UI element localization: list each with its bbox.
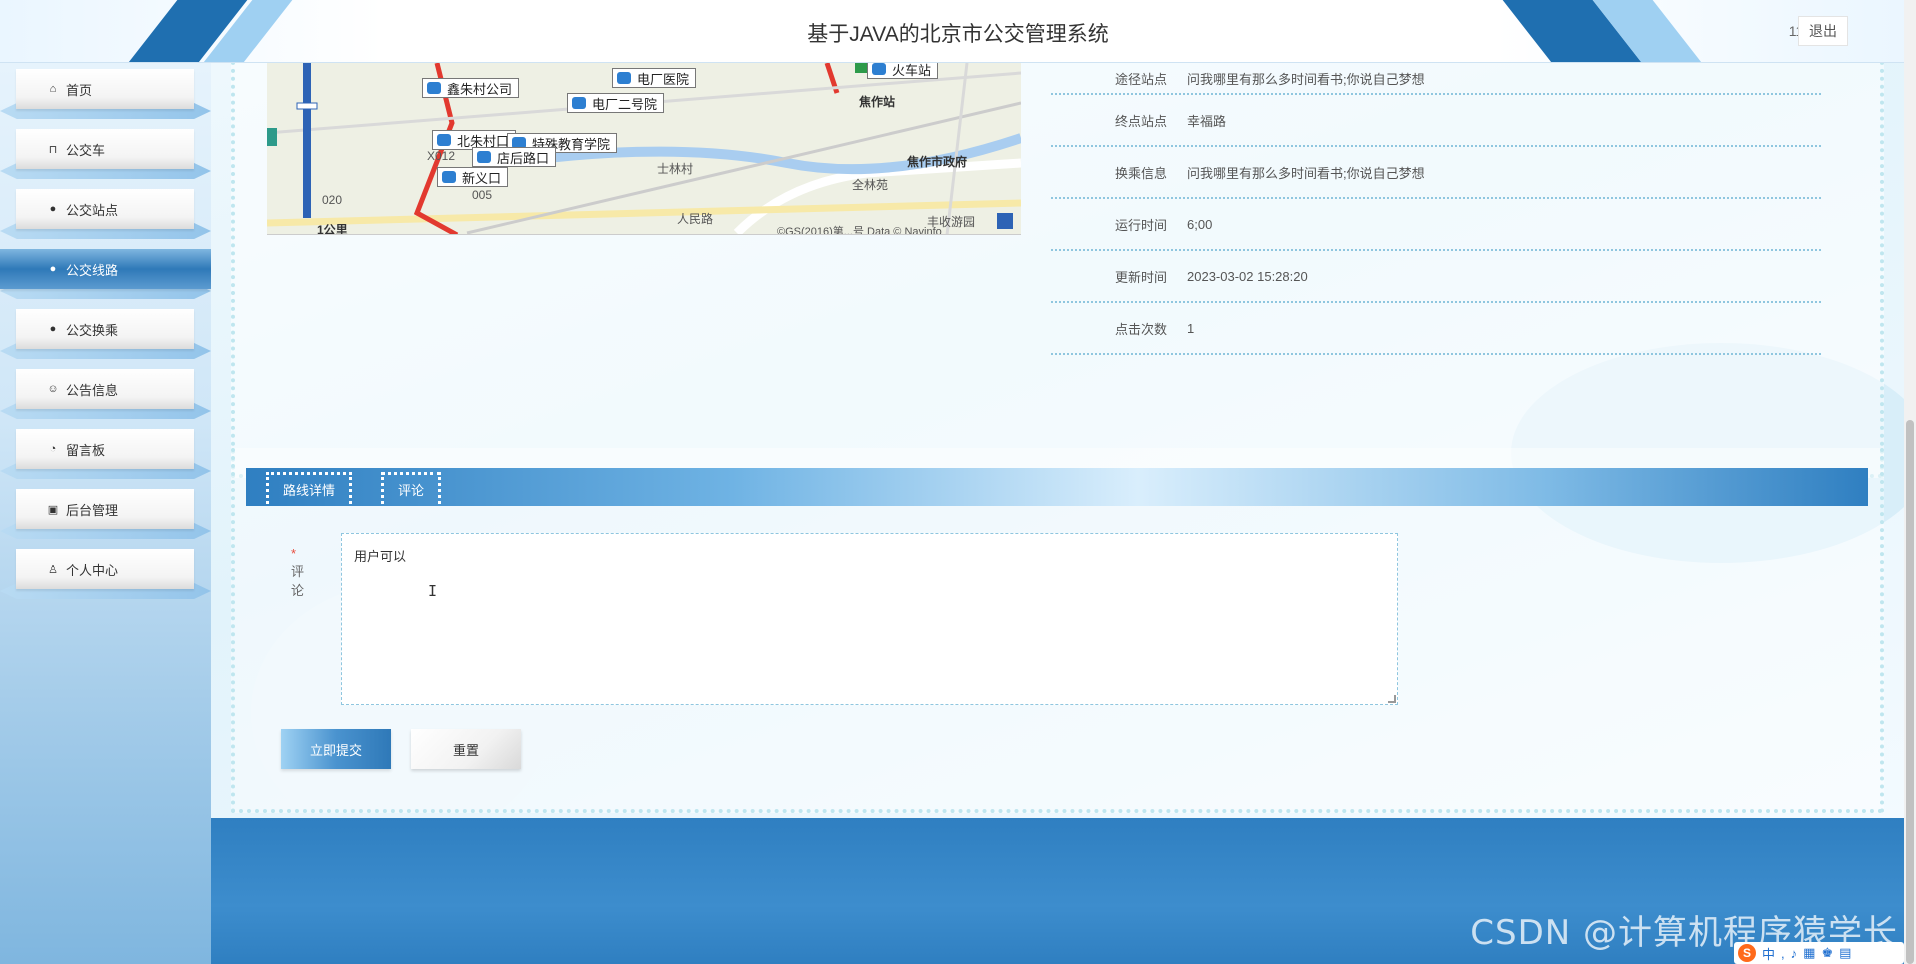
sidebar-item-bus-stops[interactable]: ● 公交站点 [16,189,194,229]
route-map[interactable]: 鑫朱村公司 电厂医院 火车站 电厂二号院 北朱村口 特殊教育学院 店后路口 新义… [267,63,1021,235]
map-stop-label: 电厂医院 [612,68,697,88]
info-label: 终点站点 [1114,113,1167,129]
info-row-updated-time: 更新时间 2023-03-02 15:28:20 [1051,251,1821,303]
bag-icon: ⊓ [48,143,58,156]
sidebar-item-label: 留言板 [66,442,106,458]
sidebar-item-transfers[interactable]: ● 公交换乘 [16,309,194,349]
comment-textarea[interactable] [341,533,1398,705]
map-stop-label: 新义口 [437,167,509,187]
info-label: 换乘信息 [1114,165,1167,181]
comment-label: * 评论 [291,546,304,599]
info-label: 点击次数 [1114,321,1167,337]
submit-button[interactable]: 立即提交 [281,729,391,769]
info-label: 途径站点 [1114,71,1167,87]
map-place-label: 士林村 [657,162,694,176]
info-value: 6;00 [1187,216,1213,232]
map-place-label: 焦作市政府 [907,155,968,169]
sidebar-item-label: 公告信息 [66,382,119,398]
sidebar-item-label: 首页 [66,82,93,98]
map-canvas [267,63,1021,234]
textarea-resize-handle[interactable] [1388,695,1396,703]
map-stop-label: 电厂二号院 [567,93,665,113]
map-place-label: 人民路 [677,212,714,226]
sidebar-item-label: 公交车 [66,142,106,158]
logout-button[interactable]: 退出 [1798,16,1848,46]
sidebar-item-label: 公交线路 [66,262,119,278]
info-label: 更新时间 [1114,269,1167,285]
microphone-icon[interactable]: ♪ [1791,946,1798,961]
tab-route-details[interactable]: 路线详情 [266,472,353,504]
map-stop-label: 鑫朱村公司 [422,78,520,98]
info-value: 问我哪里有那么多时间看书;你说自己梦想 [1187,71,1425,87]
circle-icon: ● [49,263,57,275]
info-row-terminal-stop: 终点站点 幸福路 [1051,95,1821,147]
info-label: 运行时间 [1114,217,1167,233]
app-title: 基于JAVA的北京市公交管理系统 [807,23,1109,46]
user-icon: ♙ [48,563,58,576]
info-row-operating-time: 运行时间 6;00 [1051,199,1821,251]
map-attribution: ©GS(2016)第...号 Data © Navinfo [777,226,942,235]
text-cursor-icon: I [428,582,438,600]
scrollbar-thumb[interactable] [1906,420,1914,964]
sidebar-item-bus-routes[interactable]: ● 公交线路 [0,249,211,289]
ime-logo-icon: S [1738,944,1756,962]
alert-circle-icon: ● [49,203,57,215]
ime-toolbar[interactable]: S 中 , ♪ ▦ ♚ ▤ [1734,942,1904,964]
map-place-label: 焦作站 [859,95,896,109]
route-info-list: 途径站点 问我哪里有那么多时间看书;你说自己梦想 终点站点 幸福路 换乘信息 问… [1051,63,1821,355]
sidebar: ⌂ 首页 ⊓ 公交车 ● 公交站点 ● 公交线路 ● 公交换乘 ☺ 公告信息 ◔… [0,63,211,964]
map-place-label: 005 [472,188,493,202]
sidebar-item-buses[interactable]: ⊓ 公交车 [16,129,194,169]
page-scrollbar[interactable] [1904,0,1916,964]
info-value: 1 [1187,320,1195,336]
info-circle-icon: ● [49,323,57,335]
reset-button[interactable]: 重置 [411,729,521,769]
building-icon: ▣ [47,503,59,516]
info-value: 2023-03-02 15:28:20 [1187,268,1308,284]
info-row-click-count: 点击次数 1 [1051,303,1821,355]
map-stop-label: 店后路口 [472,147,557,167]
home-icon: ⌂ [49,83,57,95]
tab-comments[interactable]: 评论 [381,472,442,504]
grid-icon[interactable]: ▤ [1839,945,1851,961]
ime-mode[interactable]: 中 [1762,944,1775,963]
map-scale-label: 1公里 [317,223,348,235]
sidebar-item-label: 公交站点 [66,202,119,218]
sidebar-item-announcements[interactable]: ☺ 公告信息 [16,369,194,409]
punctuation-icon[interactable]: , [1781,946,1785,961]
info-row-via-stops: 途径站点 问我哪里有那么多时间看书;你说自己梦想 [1051,63,1821,95]
sidebar-item-message-board[interactable]: ◔ 留言板 [16,429,194,469]
sidebar-item-profile[interactable]: ♙ 个人中心 [16,549,194,589]
comment-label-text: 评论 [291,564,305,598]
required-mark: * [291,546,297,561]
map-stop-label: 火车站 [867,63,939,79]
info-row-transfer-info: 换乘信息 问我哪里有那么多时间看书;你说自己梦想 [1051,147,1821,199]
map-place-label: 020 [322,193,343,207]
sidebar-item-admin[interactable]: ▣ 后台管理 [16,489,194,529]
top-header: 基于JAVA的北京市公交管理系统 111 退出 [0,0,1916,63]
sidebar-item-label: 后台管理 [66,502,119,518]
info-value: 问我哪里有那么多时间看书;你说自己梦想 [1187,165,1425,181]
keyboard-icon[interactable]: ▦ [1803,945,1815,961]
sidebar-item-label: 公交换乘 [66,322,119,338]
smile-icon: ☺ [47,383,59,395]
map-place-label: X012 [427,149,456,163]
detail-tabs: 路线详情 评论 [246,468,1868,506]
sidebar-item-home[interactable]: ⌂ 首页 [16,69,194,109]
map-place-label: 全林苑 [852,178,889,192]
clock-icon: ◔ [49,443,57,455]
shirt-icon[interactable]: ♚ [1821,945,1833,961]
info-value: 幸福路 [1187,113,1227,129]
sidebar-item-label: 个人中心 [66,562,119,578]
